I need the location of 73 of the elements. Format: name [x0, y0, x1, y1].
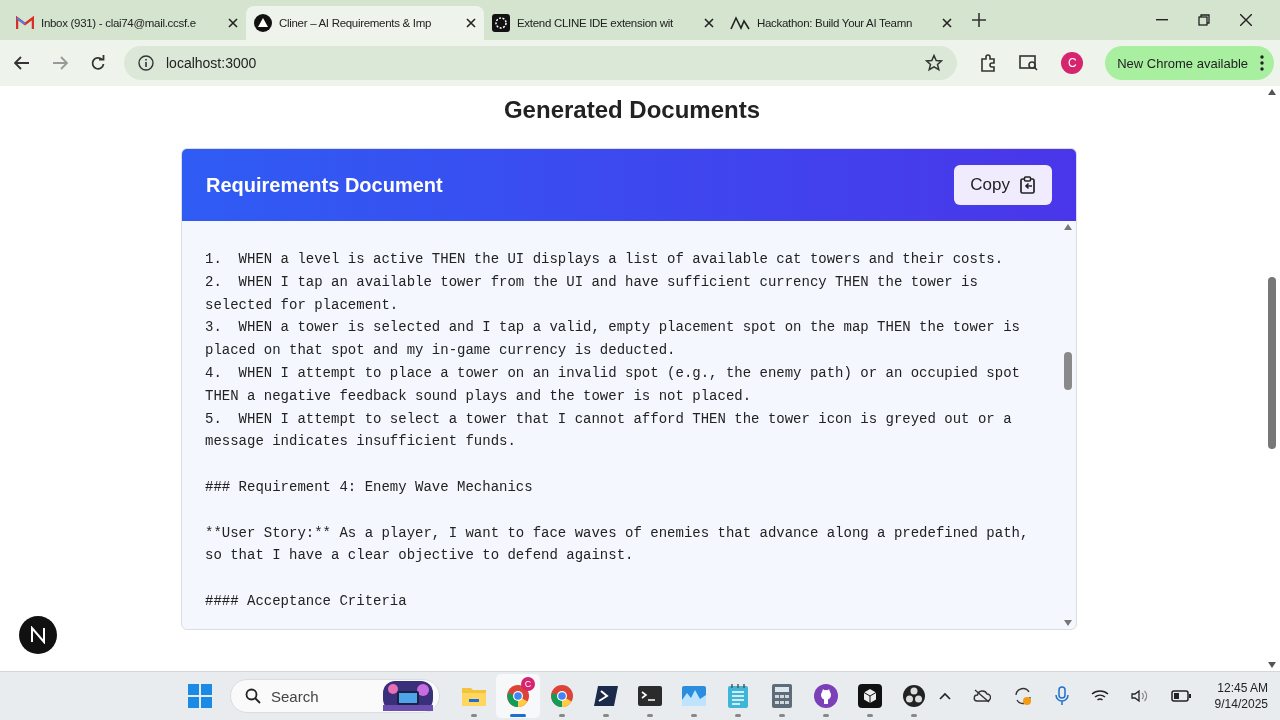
cloud-off-icon[interactable] [972, 689, 991, 703]
taskbar-search[interactable]: Search [230, 679, 440, 713]
info-icon [138, 55, 154, 71]
minimize-icon[interactable] [1156, 19, 1168, 21]
wave-icon [730, 15, 750, 31]
clipboard-icon [1020, 176, 1036, 194]
cube-icon [858, 684, 882, 708]
search-placeholder: Search [271, 687, 320, 705]
close-icon[interactable] [942, 18, 952, 28]
volume-icon[interactable] [1130, 689, 1149, 703]
extensions-icon[interactable] [979, 54, 998, 72]
browser-tab[interactable]: Extend CLINE IDE extension wit [484, 6, 722, 40]
notification-badge: C [521, 677, 535, 691]
windows-start-icon[interactable] [188, 684, 212, 708]
browser-tab[interactable]: Inbox (931) - clai74@mail.ccsf.e [8, 6, 246, 40]
monitor-icon [682, 686, 706, 706]
new-tab-icon[interactable] [972, 13, 986, 27]
update-button[interactable]: New Chrome available [1105, 46, 1274, 80]
calculator-icon [772, 684, 792, 708]
section-heading: ### Requirement 4: Enemy Wave Mechanics [205, 477, 534, 497]
address-bar[interactable]: localhost:3000 [124, 46, 958, 80]
battery-icon[interactable] [1170, 690, 1191, 702]
flower-icon [492, 14, 510, 32]
page-title: Generated Documents [503, 96, 761, 125]
criterion-text: 3. WHEN a tower is selected and I tap a valid, empty placement spot on the map THEN the tower is placed on that spot and my in-game currency is deducted. [205, 318, 1021, 361]
scrollbar-thumb[interactable] [1268, 277, 1276, 449]
tab-title: Extend CLINE IDE extension wit [517, 17, 674, 29]
close-icon[interactable] [704, 18, 714, 28]
folder-icon [462, 686, 486, 706]
scroll-down-icon[interactable] [1268, 662, 1276, 668]
criterion-text: 2. WHEN I tap an available tower from the UI and have sufficient currency THEN the tower is selected for placement. [205, 272, 979, 315]
restore-icon[interactable] [1198, 14, 1210, 26]
browser-tab[interactable]: Hackathon: Build Your AI Teamn [722, 6, 960, 40]
clock-time[interactable]: 12:45 AM [1217, 681, 1268, 695]
tab-search-icon[interactable] [1019, 55, 1040, 71]
chevron-up-icon[interactable] [938, 692, 951, 700]
wifi-icon[interactable] [1090, 689, 1109, 703]
close-icon[interactable] [1240, 14, 1252, 26]
criterion-text: 5. WHEN I attempt to select a tower that I cannot afford THEN the tower icon is greyed out or a message indicates insufficient funds. [205, 409, 1013, 452]
taskbar-app[interactable]: C [496, 674, 540, 718]
chrome-icon [550, 684, 574, 708]
criterion-text: 1. WHEN a level is active THEN the UI displays a list of available cat towers and their costs. [205, 250, 1005, 269]
notepad-icon [728, 684, 748, 708]
clock-date[interactable]: 9/14/2025 [1214, 697, 1268, 711]
close-icon[interactable] [228, 18, 238, 28]
document-title: Requirements Document [206, 173, 443, 197]
reload-icon[interactable] [90, 55, 106, 71]
scrollbar-thumb[interactable] [1064, 352, 1072, 390]
tab-title: Hackathon: Build Your AI Teamn [757, 17, 914, 29]
scroll-up-icon[interactable] [1064, 224, 1072, 230]
browser-tab[interactable]: Cliner – AI Requirements & Imp [246, 6, 484, 40]
copy-button[interactable]: Copy [954, 165, 1052, 205]
microphone-icon[interactable] [1054, 686, 1069, 706]
profile-avatar[interactable]: C [1061, 52, 1084, 74]
terminal-icon [638, 686, 662, 706]
sync-icon[interactable] [1012, 686, 1033, 706]
criterion-text: 4. WHEN I attempt to place a tower on an invalid spot (e.g., the enemy path) or an occupied spot THEN a negative feedback sound plays and the tower is not placed. [205, 364, 1021, 406]
forward-icon[interactable] [52, 56, 68, 70]
close-icon[interactable] [466, 18, 476, 28]
tab-title: Cliner – AI Requirements & Imp [279, 17, 433, 29]
powershell-icon [594, 686, 618, 706]
url-text: localhost:3000 [166, 55, 257, 71]
tab-title: Inbox (931) - clai74@mail.ccsf.e [41, 17, 197, 29]
search-icon [245, 688, 261, 704]
more-icon[interactable] [1260, 55, 1264, 71]
section-heading: #### Acceptance Criteria [205, 591, 408, 611]
scroll-down-icon[interactable] [1064, 620, 1072, 626]
star-icon[interactable] [925, 54, 944, 72]
logo-icon[interactable] [19, 616, 57, 654]
back-icon[interactable] [14, 56, 30, 70]
user-story-text: **User Story:** As a player, I want to face waves of enemies that advance along a predefined path, so that I have a clear objective to defend against. [205, 523, 1030, 566]
mail-icon [16, 16, 34, 30]
scroll-up-icon[interactable] [1268, 89, 1276, 95]
